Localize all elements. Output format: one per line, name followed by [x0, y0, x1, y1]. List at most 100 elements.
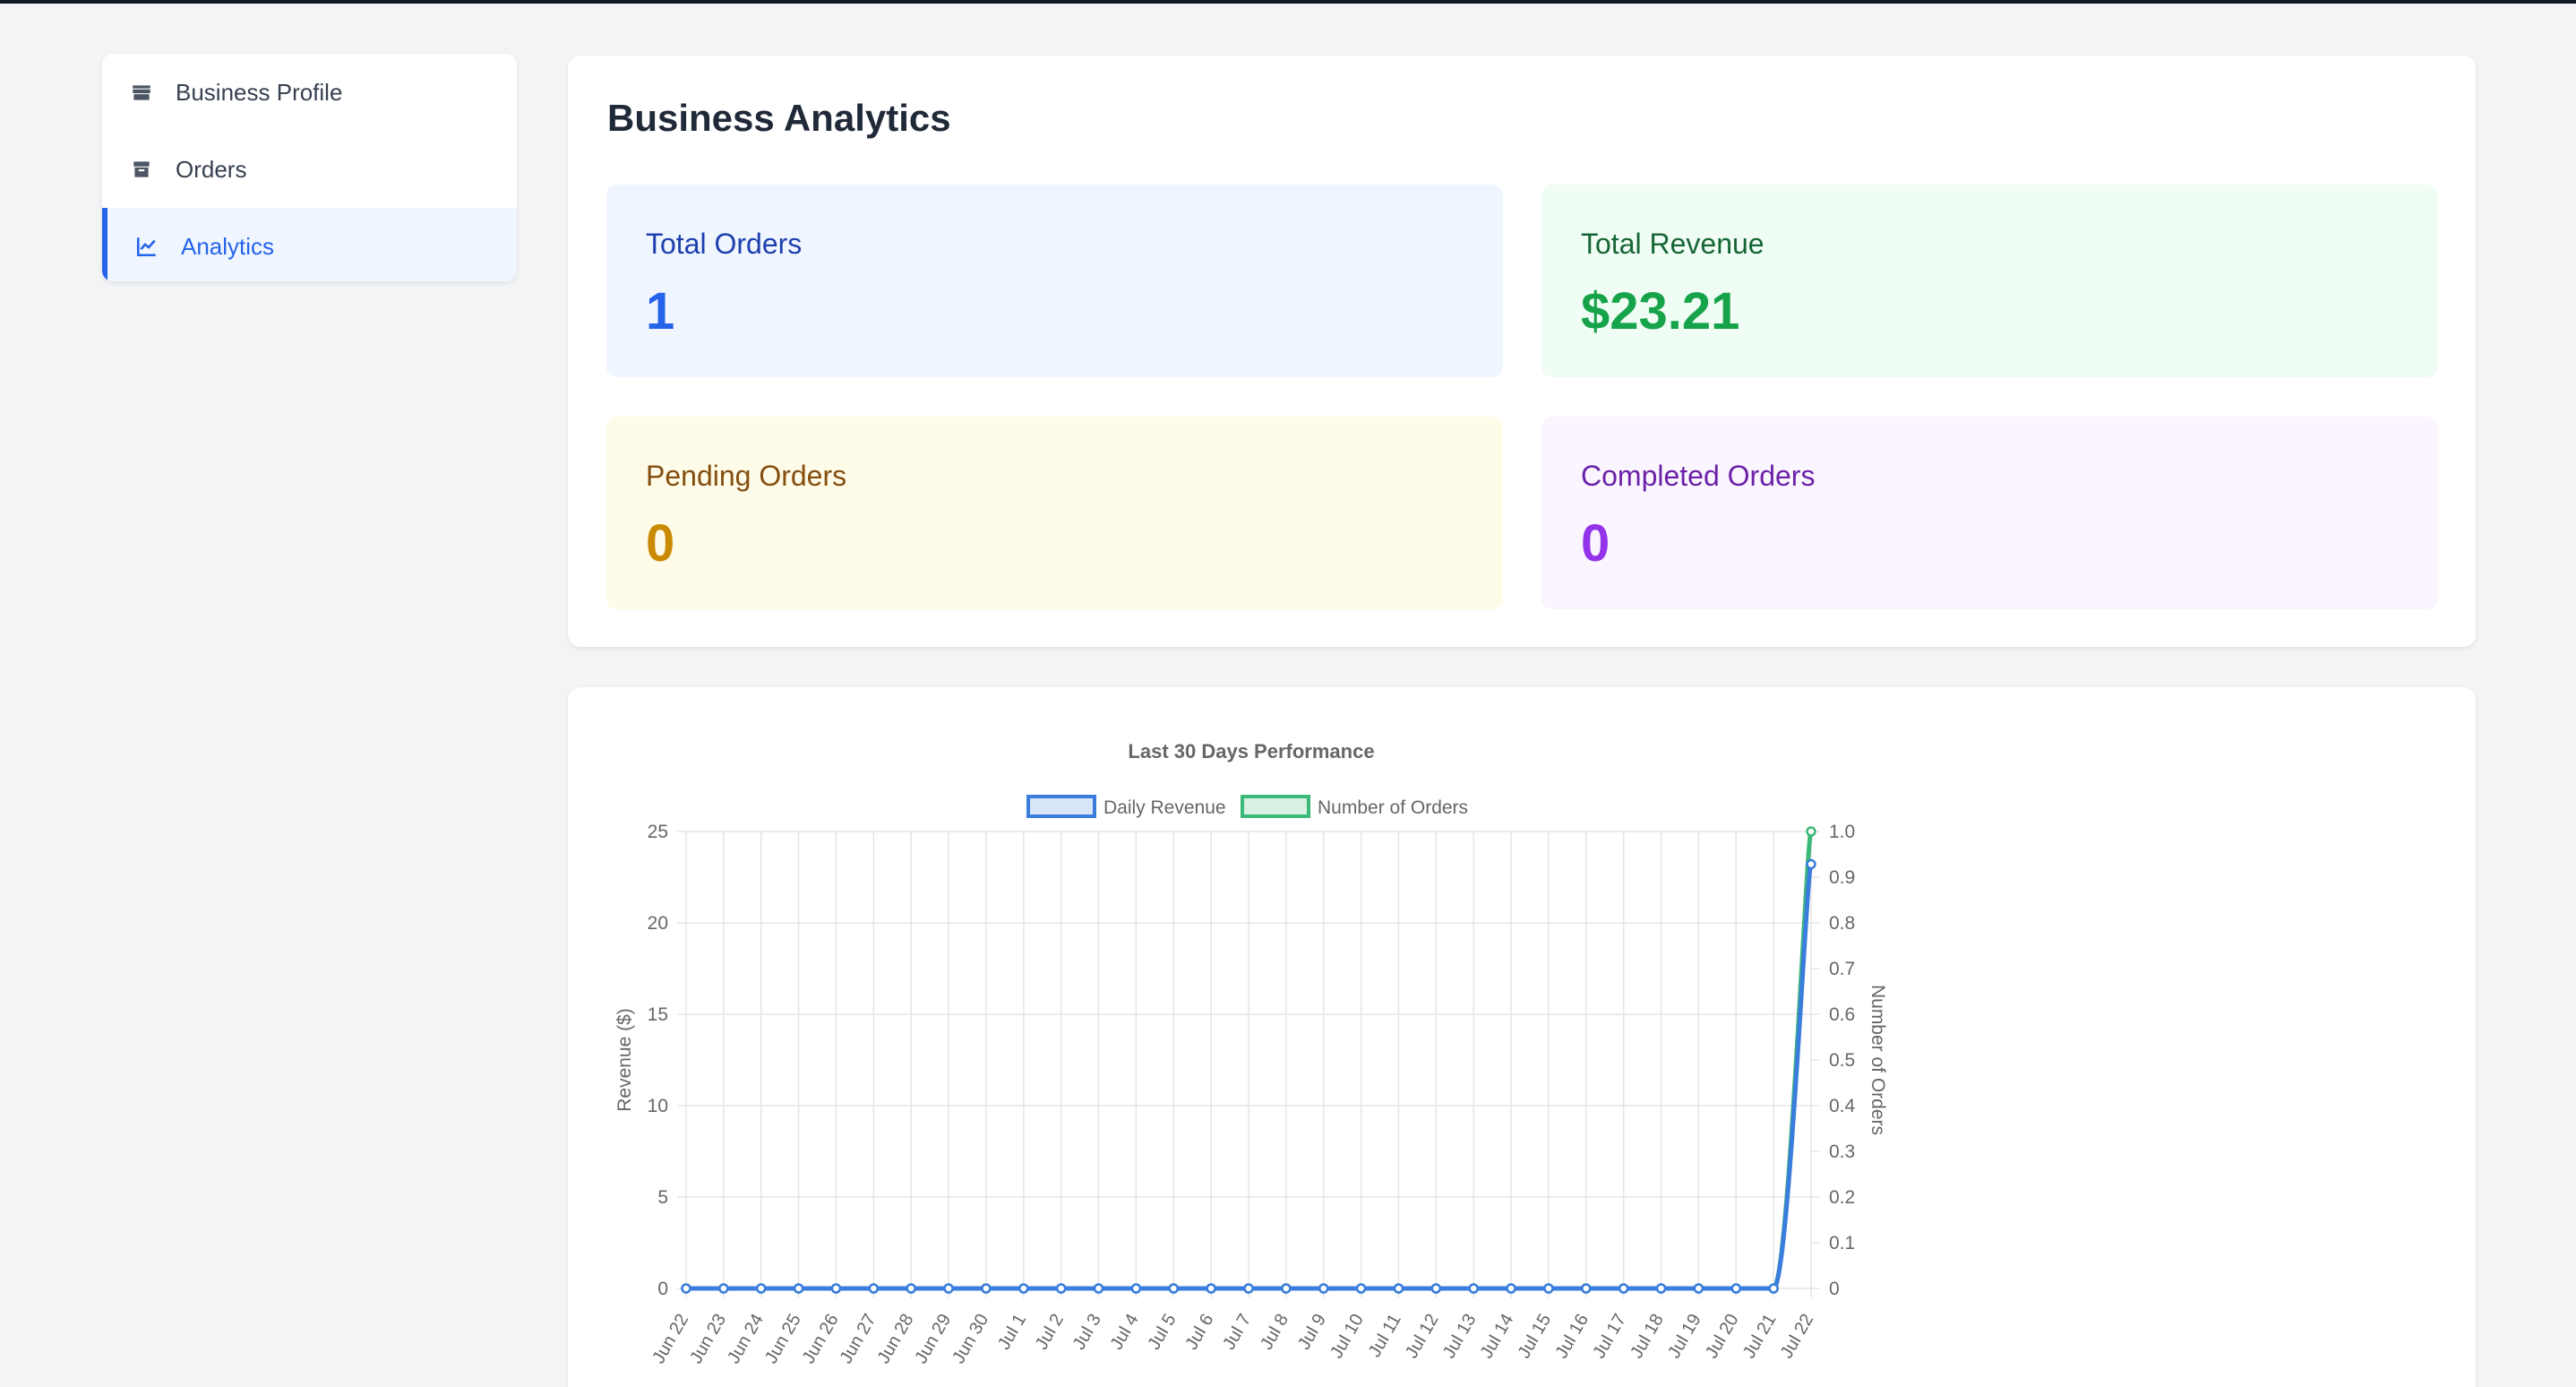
sidebar-item-business-profile[interactable]: Business Profile: [102, 54, 517, 131]
revenue-point: [1693, 1283, 1704, 1294]
x-tick-label: Jul 13: [1439, 1311, 1481, 1362]
x-tick-label: Jun 30: [949, 1311, 992, 1367]
x-tick-label: Jun 27: [837, 1311, 880, 1367]
total-orders-card: Total Orders 1: [606, 185, 1503, 377]
revenue-point: [830, 1283, 842, 1294]
x-tick-label: Jul 22: [1777, 1311, 1818, 1362]
revenue-point: [1206, 1283, 1216, 1294]
revenue-point: [1806, 858, 1816, 870]
revenue-point: [1655, 1283, 1667, 1294]
completed-orders-label: Completed Orders: [1581, 460, 1816, 492]
sidebar-item-label: Business Profile: [176, 78, 343, 106]
box-icon: [129, 157, 154, 182]
y-left-tick-label: 15: [648, 1004, 668, 1025]
y-right-tick-label: 1.0: [1829, 822, 1855, 842]
revenue-point: [868, 1283, 880, 1294]
x-tick-label: Jul 7: [1219, 1311, 1255, 1354]
revenue-point: [718, 1283, 729, 1294]
legend-swatch-1: [1241, 795, 1310, 818]
revenue-point: [906, 1283, 916, 1294]
legend-swatch-0: [1026, 795, 1096, 818]
y-left-axis-title: Revenue ($): [614, 1008, 635, 1112]
x-tick-label: Jul 15: [1515, 1311, 1556, 1362]
x-tick-label: Jul 20: [1702, 1311, 1743, 1362]
y-right-tick-label: 0.1: [1829, 1233, 1855, 1253]
revenue-point: [1243, 1283, 1254, 1294]
window-top-border: [0, 0, 2576, 4]
revenue-point: [1130, 1283, 1142, 1294]
revenue-point: [1581, 1283, 1592, 1294]
x-tick-label: Jul 19: [1664, 1311, 1705, 1362]
x-tick-label: Jul 12: [1402, 1311, 1443, 1362]
y-right-axis-title: Number of Orders: [1868, 985, 1888, 1135]
revenue-point: [1393, 1283, 1404, 1294]
revenue-point: [681, 1283, 691, 1294]
x-tick-label: Jun 23: [686, 1311, 730, 1367]
x-tick-label: Jul 4: [1107, 1311, 1143, 1354]
revenue-point: [1318, 1283, 1329, 1294]
x-tick-label: Jun 26: [799, 1311, 843, 1367]
x-tick-label: Jul 14: [1477, 1311, 1518, 1362]
x-tick-label: Jul 10: [1327, 1311, 1368, 1362]
y-right-tick-label: 0.3: [1829, 1141, 1855, 1162]
x-tick-label: Jul 18: [1627, 1311, 1668, 1362]
revenue-point: [943, 1283, 954, 1294]
total-revenue-card: Total Revenue $23.21: [1541, 185, 2438, 377]
revenue-point: [1618, 1283, 1629, 1294]
revenue-point: [1018, 1283, 1029, 1294]
x-tick-label: Jul 1: [994, 1311, 1030, 1354]
y-right-tick-label: 0.2: [1829, 1187, 1855, 1208]
sidebar-item-analytics[interactable]: Analytics: [102, 208, 517, 281]
analytics-summary-panel: Business Analytics Total Orders 1 Total …: [568, 56, 2476, 647]
x-tick-label: Jul 6: [1181, 1311, 1217, 1354]
sidebar: Business Profile Orders Analytics: [102, 54, 517, 281]
y-right-tick-label: 0: [1829, 1279, 1840, 1299]
x-tick-label: Jul 3: [1069, 1311, 1105, 1354]
x-tick-label: Jul 16: [1551, 1311, 1593, 1362]
performance-chart: Last 30 Days Performance Daily Revenue Num…: [614, 740, 1888, 1367]
x-tick-label: Jun 22: [648, 1311, 692, 1367]
total-revenue-label: Total Revenue: [1581, 228, 1765, 260]
revenue-point: [1055, 1283, 1067, 1294]
y-right-tick-label: 0.6: [1829, 1004, 1855, 1025]
x-tick-label: Jun 24: [724, 1311, 768, 1367]
revenue-point: [981, 1283, 992, 1294]
x-tick-label: Jun 29: [911, 1311, 955, 1367]
x-tick-label: Jul 11: [1365, 1311, 1405, 1361]
sidebar-item-orders[interactable]: Orders: [102, 131, 517, 208]
sidebar-item-label: Analytics: [181, 232, 275, 260]
legend-label-1: Number of Orders: [1318, 797, 1468, 818]
sidebar-item-label: Orders: [176, 155, 247, 183]
revenue-point: [1093, 1283, 1104, 1294]
revenue-point: [1430, 1283, 1442, 1294]
revenue-point: [1730, 1283, 1742, 1294]
x-tick-label: Jul 2: [1032, 1311, 1068, 1354]
y-right-tick-label: 0.4: [1829, 1096, 1856, 1116]
y-left-tick-label: 25: [648, 822, 668, 842]
total-orders-label: Total Orders: [646, 228, 803, 260]
total-orders-value: 1: [646, 282, 675, 340]
x-tick-label: Jun 25: [761, 1311, 805, 1367]
orders-point: [1806, 826, 1816, 837]
revenue-point: [1468, 1283, 1479, 1294]
revenue-point: [755, 1283, 767, 1294]
revenue-point: [1768, 1283, 1779, 1294]
x-tick-label: Jul 8: [1257, 1311, 1292, 1354]
y-right-tick-label: 0.5: [1829, 1050, 1855, 1071]
chart-line-icon: [134, 234, 159, 259]
y-left-tick-label: 10: [648, 1096, 668, 1116]
x-tick-label: Jul 21: [1739, 1311, 1781, 1362]
pending-orders-card: Pending Orders 0: [606, 417, 1503, 609]
total-revenue-value: $23.21: [1581, 282, 1740, 340]
page-title: Business Analytics: [607, 97, 951, 139]
x-tick-label: Jul 17: [1589, 1311, 1630, 1362]
store-icon: [129, 80, 154, 105]
x-tick-label: Jun 28: [873, 1311, 917, 1367]
x-tick-label: Jul 9: [1294, 1311, 1330, 1354]
performance-chart-panel: Last 30 Days Performance Daily Revenue Num…: [568, 687, 2476, 1387]
pending-orders-label: Pending Orders: [646, 460, 847, 492]
y-left-tick-label: 20: [648, 913, 668, 934]
legend-label-0: Daily Revenue: [1103, 797, 1226, 818]
y-left-tick-label: 5: [657, 1187, 668, 1208]
y-right-tick-label: 0.8: [1829, 913, 1855, 934]
